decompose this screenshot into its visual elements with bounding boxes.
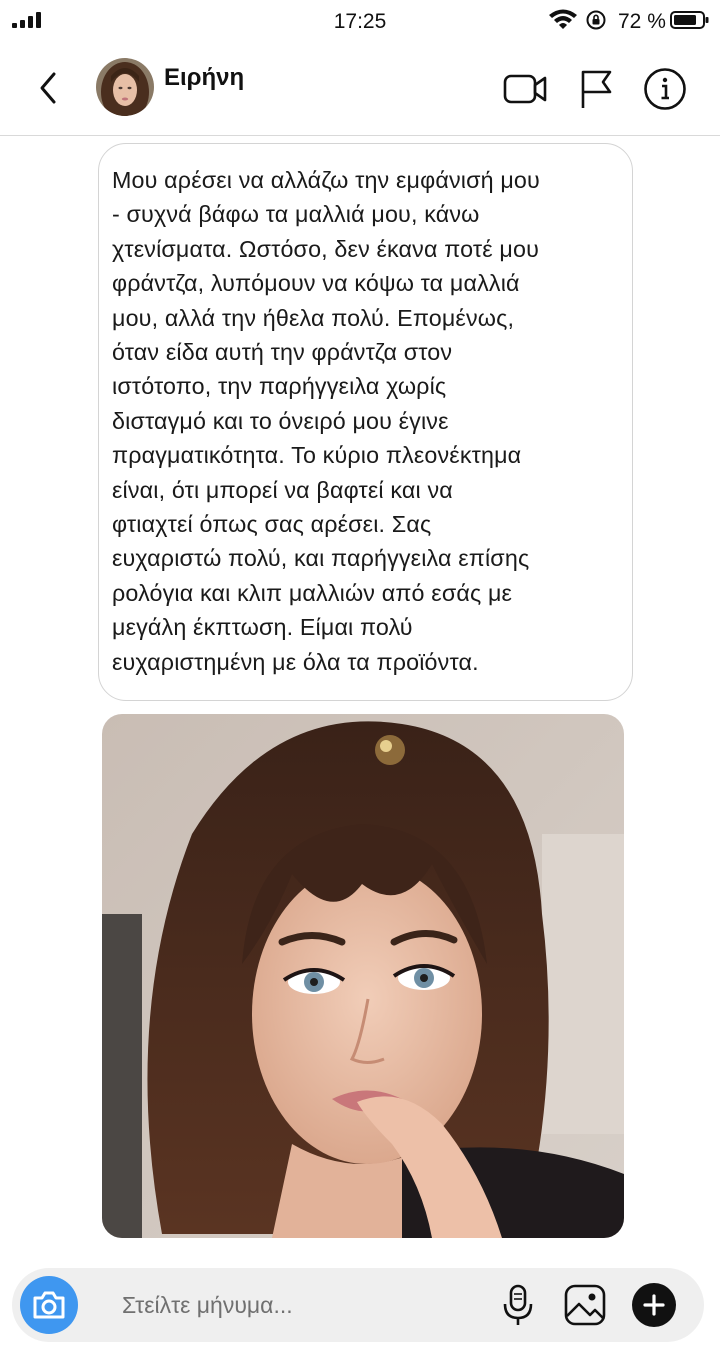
message-line: όταν είδα αυτή την φράντζα στον <box>112 339 453 366</box>
message-input[interactable] <box>122 1284 492 1326</box>
message-text: Μου αρέσει να αλλάζω την εμφάνισή μου - … <box>112 163 626 679</box>
chat-header: Ειρήνη <box>0 44 720 136</box>
battery-percentage: 72 % <box>618 10 666 33</box>
message-line: ιστότοπο, την παρήγγειλα χωρίς <box>112 373 447 400</box>
message-line: ρολόγια και κλιπ μαλλιών από εσάς με <box>112 579 513 606</box>
avatar[interactable] <box>96 58 154 116</box>
message-line: - συχνά βάφω τα μαλλιά μου, κάνω <box>112 201 480 228</box>
status-bar: 17:25 72 % <box>0 0 720 44</box>
message-line: φράντζα, λυπόμουν να κόψω τα μαλλιά <box>112 270 520 297</box>
info-icon[interactable] <box>642 66 688 112</box>
gallery-icon[interactable] <box>562 1282 608 1328</box>
message-line: μου, αλλά την ήθελα πολύ. Επομένως, <box>112 304 515 331</box>
battery-icon <box>670 11 709 29</box>
wifi-icon <box>549 9 577 29</box>
camera-icon <box>33 1291 65 1319</box>
message-line: φτιαχτεί όπως σας αρέσει. Σας <box>112 511 432 538</box>
message-composer <box>12 1268 704 1342</box>
contact-name[interactable]: Ειρήνη <box>164 64 244 92</box>
message-line: δισταγμό και το όνειρό μου έγινε <box>112 407 449 434</box>
camera-button[interactable] <box>20 1276 78 1334</box>
message-line: ευχαριστώ πολύ, και παρήγγειλα επίσης <box>112 545 530 572</box>
photo-message[interactable] <box>102 714 624 1238</box>
message-line: Μου αρέσει να αλλάζω την εμφάνισή μου <box>112 167 540 193</box>
back-chevron-icon[interactable] <box>30 66 66 110</box>
status-time: 17:25 <box>333 10 387 33</box>
video-call-icon[interactable] <box>502 66 548 112</box>
message-bubble[interactable]: Μου αρέσει να αλλάζω την εμφάνισή μου - … <box>98 143 633 701</box>
rotation-lock-icon <box>586 10 606 30</box>
plus-icon <box>643 1294 665 1316</box>
message-line: μεγάλη έκπτωση. Είμαι πολύ <box>112 614 413 641</box>
message-line: πραγματικότητα. Το κύριο πλεονέκτημα <box>112 442 522 469</box>
microphone-icon[interactable] <box>500 1282 536 1328</box>
message-line: είναι, ότι μπορεί να βαφτεί και να <box>112 476 453 503</box>
message-line: ευχαριστημένη με όλα τα προϊόντα. <box>112 648 479 675</box>
add-button[interactable] <box>632 1283 676 1327</box>
flag-icon[interactable] <box>574 66 620 112</box>
message-line: χτενίσματα. Ωστόσο, δεν έκανα ποτέ μου <box>112 235 539 262</box>
